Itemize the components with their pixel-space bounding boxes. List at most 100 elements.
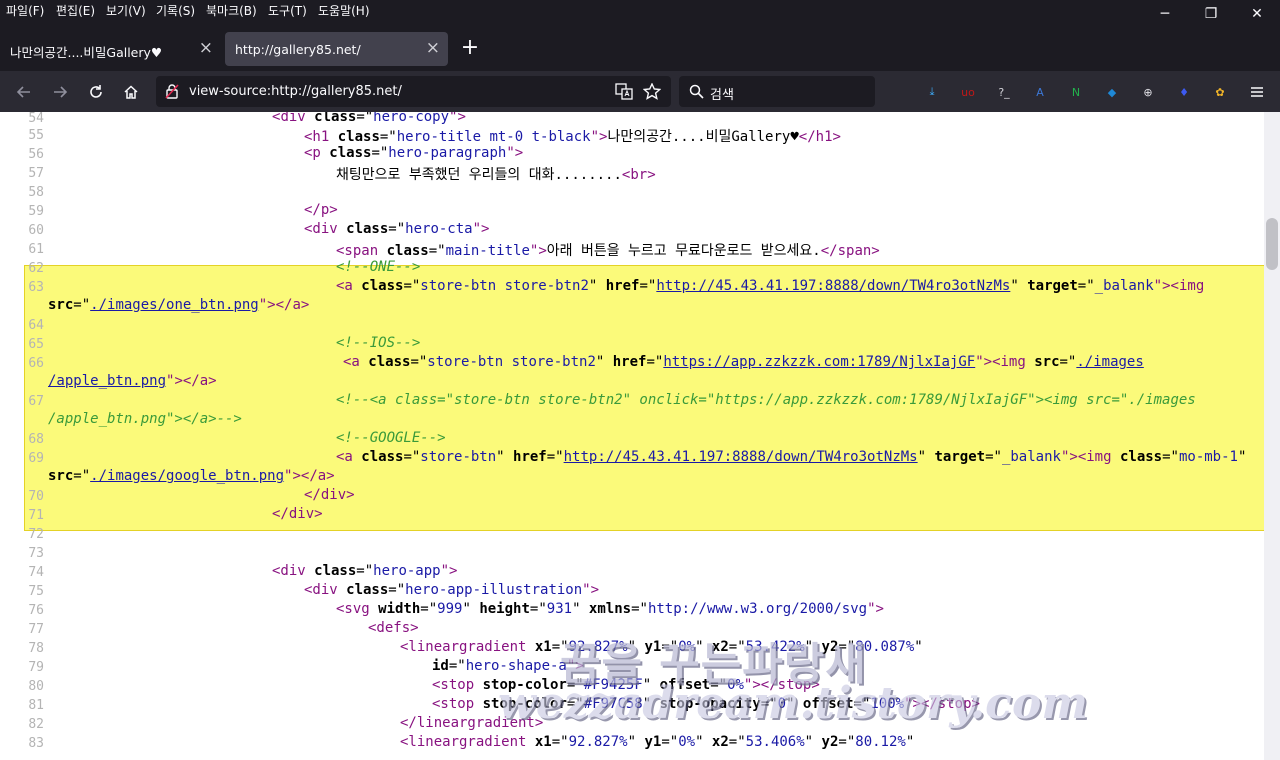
source-token: <!--GOOGLE--> (336, 430, 446, 446)
source-token: src (48, 468, 74, 484)
source-token: =" (838, 734, 856, 750)
source-token: <img (992, 354, 1026, 370)
line-number: 78 (28, 641, 44, 656)
menu-help[interactable]: 도움말(H) (318, 2, 370, 19)
source-token: store-btn (420, 449, 497, 465)
source-token: </div> (304, 487, 355, 503)
source-token: " (1010, 278, 1019, 294)
source-token: <lineargradient (400, 639, 527, 655)
line-number: 80 (28, 679, 44, 694)
home-button[interactable] (117, 78, 145, 106)
source-token: =" (403, 278, 421, 294)
source-token: "> (1060, 449, 1078, 465)
source-link[interactable]: /apple_btn.png (48, 373, 166, 389)
line-number: 67 (28, 394, 44, 409)
forward-button[interactable] (46, 78, 74, 106)
menu-button[interactable] (1243, 78, 1271, 106)
source-link[interactable]: http://45.43.41.197:8888/down/TW4ro3otNz… (564, 449, 918, 465)
menu-file[interactable]: 파일(F) (6, 2, 44, 19)
download-icon[interactable]: ⤓ (922, 82, 942, 102)
source-line: </div> (304, 487, 355, 503)
color-wheel-icon[interactable]: ✿ (1210, 82, 1230, 102)
back-button[interactable] (10, 78, 38, 106)
source-token: 나만의공간....비밀Gallery♥ (607, 129, 799, 145)
reload-button[interactable] (82, 78, 110, 106)
ublock-icon[interactable]: uo (958, 82, 978, 102)
source-token: =" (420, 601, 438, 617)
source-token: hero-copy (373, 112, 450, 125)
source-token: " (905, 734, 915, 750)
view-source-content[interactable]: 54 <div class="hero-copy"> 55 <h1 class="he… (0, 112, 1280, 760)
source-token: id (432, 658, 449, 674)
source-token: 채팅만으로 부족했던 우리들의 대화........ (336, 167, 622, 183)
shield-extension-icon[interactable]: ◆ (1102, 82, 1122, 102)
close-tab-icon[interactable]: × (199, 39, 213, 57)
source-token: 931 (546, 601, 573, 617)
menu-tools[interactable]: 도구(T) (268, 2, 307, 19)
line-number: 69 (28, 451, 44, 466)
source-token: =" (631, 601, 648, 617)
url-bar[interactable]: view-source:http://gallery85.net/ (156, 76, 671, 107)
source-token: =" (371, 145, 389, 161)
arrow-right-icon (54, 86, 68, 98)
line-number: 82 (28, 717, 44, 732)
source-token: x1 (526, 639, 552, 655)
new-tab-button[interactable]: + (456, 36, 484, 64)
tab-gallery-title[interactable]: 나만의공간....비밀Gallery♥ × (0, 32, 221, 66)
menu-history[interactable]: 기록(S) (156, 2, 195, 19)
source-token: =" (546, 449, 564, 465)
bookmark-star-icon[interactable] (643, 83, 661, 100)
source-token: x1 (526, 734, 552, 750)
source-link[interactable]: ./images/one_btn.png (90, 297, 259, 313)
source-token: <div (272, 563, 306, 579)
line-number: 56 (28, 147, 44, 162)
source-token: hero-app (373, 563, 441, 579)
source-token: </div> (272, 506, 323, 522)
page-translate-icon[interactable] (615, 83, 633, 100)
globe-icon[interactable]: ⊕ (1138, 82, 1158, 102)
source-token: =" (1077, 278, 1095, 294)
nav-bar: view-source:http://gallery85.net/ 검색 ⤓ uo… (0, 71, 1280, 112)
menu-view[interactable]: 보기(V) (106, 2, 146, 19)
source-token: "> (284, 468, 301, 484)
source-token: =" (646, 354, 664, 370)
source-token: <br> (621, 167, 656, 183)
source-token: <stop (432, 696, 475, 712)
source-token: "> (472, 221, 490, 237)
source-token: " (496, 449, 505, 465)
tab-view-source[interactable]: http://gallery85.net/ × (225, 32, 448, 66)
terminal-icon[interactable]: ?_ (994, 82, 1014, 102)
menu-edit[interactable]: 편집(E) (56, 2, 95, 19)
source-token: href (504, 449, 547, 465)
menu-bookmarks[interactable]: 북마크(B) (206, 2, 257, 19)
translate-icon[interactable]: A (1030, 82, 1050, 102)
source-line: 채팅만으로 부족했던 우리들의 대화........<br> (336, 164, 656, 184)
source-line: <div class="hero-app"> (272, 563, 457, 579)
close-tab-icon[interactable]: × (426, 39, 440, 57)
source-line: <lineargradient x1="92.827%" y1="0%" x2=… (400, 734, 914, 750)
source-link[interactable]: https://app.zzkzzk.com:1789/NjlxIajGF (663, 354, 975, 370)
source-line: <span class="main-title">아래 버튼을 누르고 무료다운… (336, 240, 880, 260)
line-number: 58 (28, 185, 44, 200)
source-token: "> (529, 243, 547, 259)
source-token: </a> (182, 373, 217, 389)
source-token: src (1025, 354, 1060, 370)
source-token: hero-paragraph (388, 145, 507, 161)
source-line: <a class="store-btn store-btn2" href="ht… (343, 354, 1144, 370)
vertical-scrollbar[interactable] (1264, 112, 1280, 760)
source-token: " (695, 734, 704, 750)
source-token: " (627, 734, 637, 750)
source-token: 92.827% (568, 734, 628, 750)
source-link[interactable]: http://45.43.41.197:8888/down/TW4ro3otNz… (656, 278, 1010, 294)
search-box[interactable]: 검색 (679, 76, 875, 107)
source-link[interactable]: ./images (1076, 354, 1143, 370)
source-link[interactable]: ./images/google_btn.png (90, 468, 284, 484)
n-extension-icon[interactable]: N (1066, 82, 1086, 102)
gem-extension-icon[interactable]: ♦ (1174, 82, 1194, 102)
line-number: 62 (28, 261, 44, 276)
line-number: 73 (28, 546, 44, 561)
source-line: <a class="store-btn store-btn2" href="ht… (336, 278, 1204, 294)
lock-warning-icon[interactable] (165, 84, 179, 99)
scrollbar-thumb[interactable] (1266, 218, 1278, 270)
source-token: =" (410, 354, 428, 370)
